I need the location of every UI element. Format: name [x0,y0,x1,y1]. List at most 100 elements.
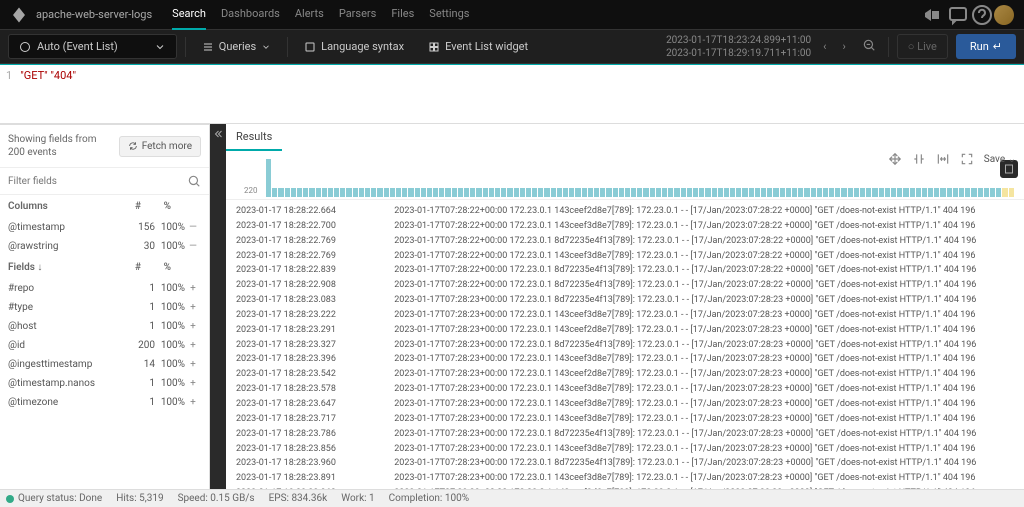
histogram-bar[interactable] [730,188,735,197]
histogram-bar[interactable] [470,188,475,197]
log-row[interactable]: 2023-01-17 18:28:22.908 2023-01-17T07:28… [236,278,1014,293]
field-action[interactable]: + [185,302,201,313]
histogram-bar[interactable] [415,188,420,197]
histogram-bar[interactable] [724,188,729,197]
log-row[interactable]: 2023-01-17 18:28:23.960 2023-01-17T07:28… [236,486,1014,489]
histogram-chart[interactable]: 220 Save ⌄ [226,150,1024,200]
histogram-bar[interactable] [705,188,710,197]
histogram-bar[interactable] [563,188,568,197]
histogram-bar[interactable] [872,188,877,197]
histogram-bar[interactable] [297,188,302,197]
histogram-bar[interactable] [340,188,345,197]
field-row[interactable]: @timezone1100%+ [0,393,209,412]
sidebar-collapse-button[interactable] [210,124,226,489]
log-row[interactable]: 2023-01-17 18:28:23.222 2023-01-17T07:28… [236,308,1014,323]
histogram-bar[interactable] [439,188,444,197]
log-row[interactable]: 2023-01-17 18:28:22.769 2023-01-17T07:28… [236,234,1014,249]
histogram-bar[interactable] [520,188,525,197]
histogram-bar[interactable] [489,188,494,197]
histogram-bar[interactable] [322,188,327,197]
histogram-bar[interactable] [916,188,921,197]
field-row[interactable]: @id200100%+ [0,336,209,355]
histogram-bar[interactable] [947,188,952,197]
log-row[interactable]: 2023-01-17 18:28:23.327 2023-01-17T07:28… [236,338,1014,353]
histogram-bar[interactable] [656,188,661,197]
fetch-more-button[interactable]: Fetch more [119,136,201,157]
histogram-bar[interactable] [978,188,983,197]
histogram-bar[interactable] [965,188,970,197]
histogram-bar[interactable] [278,188,283,197]
histogram-bar[interactable] [328,188,333,197]
field-row[interactable]: #repo1100%+ [0,279,209,298]
log-row[interactable]: 2023-01-17 18:28:23.960 2023-01-17T07:28… [236,456,1014,471]
histogram-bar[interactable] [445,188,450,197]
log-row[interactable]: 2023-01-17 18:28:23.891 2023-01-17T07:28… [236,471,1014,486]
nav-tab-settings[interactable]: Settings [429,0,469,30]
histogram-bar[interactable] [761,188,766,197]
histogram-bar[interactable] [817,188,822,197]
histogram-bar[interactable] [674,188,679,197]
field-action[interactable]: + [185,283,201,294]
histogram-bar[interactable] [390,188,395,197]
histogram-bar[interactable] [514,188,519,197]
results-tab[interactable]: Results [226,124,282,151]
histogram-bar[interactable] [582,188,587,197]
time-prev-button[interactable]: ‹ [819,36,830,57]
field-action[interactable]: + [185,378,201,389]
histogram-bar[interactable] [891,188,896,197]
histogram-bar[interactable] [625,188,630,197]
histogram-bar[interactable] [588,188,593,197]
log-row[interactable]: 2023-01-17 18:28:22.839 2023-01-17T07:28… [236,263,1014,278]
breadcrumb[interactable]: apache-web-server-logs [36,8,152,21]
histogram-bar[interactable] [866,188,871,197]
event-list-widget-button[interactable]: Event List widget [420,35,536,58]
histogram-bar[interactable] [984,188,989,197]
histogram-bar[interactable] [848,188,853,197]
histogram-bar[interactable] [538,188,543,197]
log-row[interactable]: 2023-01-17 18:28:23.786 2023-01-17T07:28… [236,427,1014,442]
histogram-bar[interactable] [1009,188,1014,197]
field-row[interactable]: @host1100%+ [0,317,209,336]
histogram-bar[interactable] [718,188,723,197]
nav-tab-alerts[interactable]: Alerts [295,0,324,30]
histogram-bar[interactable] [303,188,308,197]
histogram-bar[interactable] [427,188,432,197]
histogram-bar[interactable] [365,188,370,197]
histogram-bar[interactable] [953,188,958,197]
histogram-bar[interactable] [569,188,574,197]
histogram-bar[interactable] [1002,188,1007,197]
field-row[interactable]: #type1100%+ [0,298,209,317]
histogram-bar[interactable] [829,188,834,197]
histogram-bar[interactable] [823,188,828,197]
histogram-bar[interactable] [606,188,611,197]
histogram-bar[interactable] [371,188,376,197]
histogram-bar[interactable] [903,188,908,197]
histogram-bar[interactable] [922,188,927,197]
histogram-bar[interactable] [854,188,859,197]
histogram-bar[interactable] [408,188,413,197]
histogram-bar[interactable] [804,188,809,197]
histogram-bar[interactable] [742,188,747,197]
histogram-bar[interactable] [928,188,933,197]
histogram-bar[interactable] [897,188,902,197]
histogram-bar[interactable] [755,188,760,197]
histogram-bar[interactable] [421,188,426,197]
nav-tab-parsers[interactable]: Parsers [339,0,377,30]
histogram-bar[interactable] [650,188,655,197]
histogram-bar[interactable] [353,188,358,197]
histogram-bar[interactable] [693,188,698,197]
histogram-bar[interactable] [334,188,339,197]
histogram-bar[interactable] [495,188,500,197]
user-avatar[interactable] [994,5,1014,25]
histogram-bar[interactable] [773,188,778,197]
histogram-bar[interactable] [464,188,469,197]
histogram-bar[interactable] [780,188,785,197]
histogram-bar[interactable] [476,188,481,197]
log-row[interactable]: 2023-01-17 18:28:23.542 2023-01-17T07:28… [236,367,1014,382]
field-row[interactable]: @timestamp.nanos1100%+ [0,374,209,393]
log-list[interactable]: 2023-01-17 18:28:22.664 2023-01-17T07:28… [226,200,1024,489]
field-action[interactable]: + [185,397,201,408]
field-row[interactable]: @ingesttimestamp14100%+ [0,355,209,374]
time-next-button[interactable]: › [838,36,849,57]
nav-tab-dashboards[interactable]: Dashboards [221,0,280,30]
